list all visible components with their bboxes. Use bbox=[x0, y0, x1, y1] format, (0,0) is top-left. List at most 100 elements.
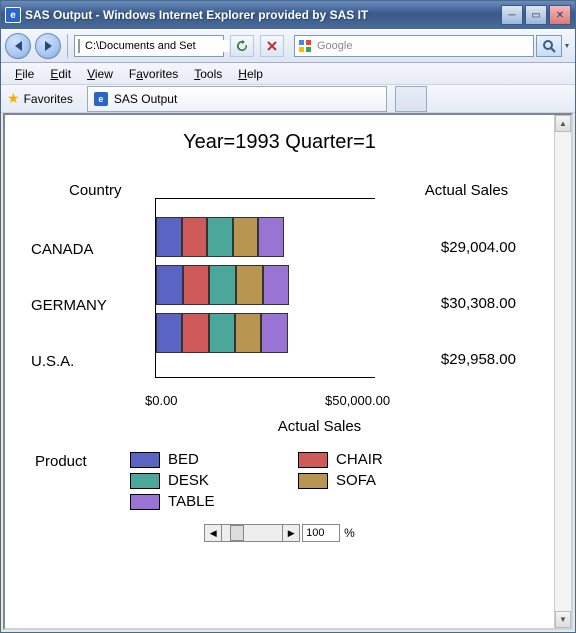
vertical-scrollbar[interactable]: ▲ ▼ bbox=[554, 115, 571, 628]
favorites-bar: ★ Favorites e SAS Output bbox=[1, 85, 575, 113]
bar-row bbox=[156, 217, 375, 257]
value-cell: $30,308.00 bbox=[399, 275, 534, 331]
zoom-left-button[interactable]: ◀ bbox=[204, 524, 222, 542]
search-button[interactable] bbox=[536, 35, 562, 57]
value-column: Actual Sales $29,004.00 $30,308.00 $29,9… bbox=[375, 178, 534, 389]
forward-button[interactable] bbox=[35, 33, 61, 59]
chart-title: Year=1993 Quarter=1 bbox=[15, 131, 544, 154]
menu-bar: File Edit View Favorites Tools Help bbox=[1, 63, 575, 85]
category-label: GERMANY bbox=[25, 277, 155, 333]
bar-segment-chair bbox=[182, 313, 208, 353]
new-tab-button[interactable] bbox=[395, 86, 427, 112]
window-buttons: ─ ▭ ✕ bbox=[501, 5, 571, 25]
ie-icon: e bbox=[5, 7, 21, 23]
refresh-button[interactable] bbox=[230, 35, 254, 57]
value-cell: $29,004.00 bbox=[399, 219, 534, 275]
scroll-up-button[interactable]: ▲ bbox=[555, 115, 571, 132]
back-button[interactable] bbox=[5, 33, 31, 59]
value-header: Actual Sales bbox=[399, 182, 534, 199]
tab-title: SAS Output bbox=[114, 92, 177, 106]
zoom-control: ◀ ▶ % bbox=[15, 524, 544, 542]
titlebar: e SAS Output - Windows Internet Explorer… bbox=[1, 1, 575, 29]
legend-label: DESK bbox=[168, 472, 209, 489]
x-tick: $0.00 bbox=[145, 393, 195, 408]
zoom-input[interactable] bbox=[302, 524, 340, 542]
zoom-track[interactable] bbox=[222, 524, 282, 542]
legend-item: SOFA bbox=[298, 472, 438, 489]
ie-icon: e bbox=[94, 92, 108, 106]
page-body: Year=1993 Quarter=1 Country CANADA GERMA… bbox=[5, 115, 554, 628]
legend-swatch bbox=[298, 452, 328, 468]
scroll-down-button[interactable]: ▼ bbox=[555, 611, 571, 628]
bar-segment-bed bbox=[156, 217, 182, 257]
browser-tab[interactable]: e SAS Output bbox=[87, 86, 387, 112]
plot-area bbox=[155, 198, 375, 378]
search-input[interactable] bbox=[315, 40, 533, 52]
x-axis-label: Actual Sales bbox=[95, 418, 544, 435]
search-field[interactable] bbox=[294, 35, 534, 57]
menu-edit[interactable]: Edit bbox=[42, 65, 79, 83]
zoom-percent-label: % bbox=[344, 526, 355, 540]
menu-file[interactable]: File bbox=[7, 65, 42, 83]
address-bar[interactable]: ▼ bbox=[74, 35, 224, 57]
browser-window: e SAS Output - Windows Internet Explorer… bbox=[0, 0, 576, 633]
legend-label: BED bbox=[168, 451, 199, 468]
legend-swatch bbox=[130, 452, 160, 468]
zoom-thumb[interactable] bbox=[230, 525, 244, 541]
favorites-label: Favorites bbox=[24, 92, 73, 106]
scroll-track[interactable] bbox=[555, 132, 571, 611]
legend-label: SOFA bbox=[336, 472, 376, 489]
search-area: ▼ bbox=[294, 35, 571, 57]
magnifier-icon bbox=[542, 39, 556, 53]
legend-swatch bbox=[298, 473, 328, 489]
bar-segment-chair bbox=[182, 217, 208, 257]
favorites-button[interactable]: ★ Favorites bbox=[7, 90, 73, 107]
star-icon: ★ bbox=[7, 90, 20, 107]
bar-segment-desk bbox=[209, 265, 236, 305]
x-axis: $0.00 $50,000.00 bbox=[145, 393, 405, 408]
bar-segment-table bbox=[261, 313, 287, 353]
bar-segment-chair bbox=[183, 265, 210, 305]
value-cell: $29,958.00 bbox=[399, 331, 534, 387]
bar-segment-desk bbox=[207, 217, 233, 257]
chart: Country CANADA GERMANY U.S.A. Actual Sal… bbox=[25, 178, 534, 389]
minimize-button[interactable]: ─ bbox=[501, 5, 523, 25]
legend-item: DESK bbox=[130, 472, 270, 489]
bar-segment-sofa bbox=[235, 313, 261, 353]
bar-segment-table bbox=[263, 265, 290, 305]
legend-label: TABLE bbox=[168, 493, 214, 510]
bar-row bbox=[156, 265, 375, 305]
bar-segment-bed bbox=[156, 265, 183, 305]
y-axis: Country CANADA GERMANY U.S.A. bbox=[25, 178, 155, 389]
legend: Product BED CHAIR DESK SOFA TABLE bbox=[35, 451, 544, 510]
menu-tools[interactable]: Tools bbox=[186, 65, 230, 83]
separator bbox=[67, 34, 68, 58]
close-button[interactable]: ✕ bbox=[549, 5, 571, 25]
stop-button[interactable] bbox=[260, 35, 284, 57]
nav-toolbar: ▼ ▼ bbox=[1, 29, 575, 63]
page-icon bbox=[78, 39, 80, 53]
menu-help[interactable]: Help bbox=[230, 65, 271, 83]
bar-segment-table bbox=[258, 217, 284, 257]
bar-segment-bed bbox=[156, 313, 182, 353]
category-label: CANADA bbox=[25, 221, 155, 277]
legend-header: Product bbox=[35, 453, 87, 470]
legend-item: BED bbox=[130, 451, 270, 468]
menu-favorites[interactable]: Favorites bbox=[121, 65, 186, 83]
menu-view[interactable]: View bbox=[79, 65, 121, 83]
legend-item: TABLE bbox=[130, 493, 270, 510]
search-dropdown-icon[interactable]: ▼ bbox=[563, 43, 571, 50]
y-axis-label: Country bbox=[25, 182, 155, 199]
window-title: SAS Output - Windows Internet Explorer p… bbox=[25, 8, 501, 22]
zoom-right-button[interactable]: ▶ bbox=[282, 524, 300, 542]
x-tick: $50,000.00 bbox=[325, 393, 390, 408]
bar-segment-desk bbox=[209, 313, 235, 353]
maximize-button[interactable]: ▭ bbox=[525, 5, 547, 25]
google-icon bbox=[298, 39, 312, 53]
legend-label: CHAIR bbox=[336, 451, 383, 468]
address-input[interactable] bbox=[83, 40, 229, 52]
category-label: U.S.A. bbox=[25, 333, 155, 389]
bar-segment-sofa bbox=[236, 265, 263, 305]
legend-swatch bbox=[130, 473, 160, 489]
bar-segment-sofa bbox=[233, 217, 259, 257]
